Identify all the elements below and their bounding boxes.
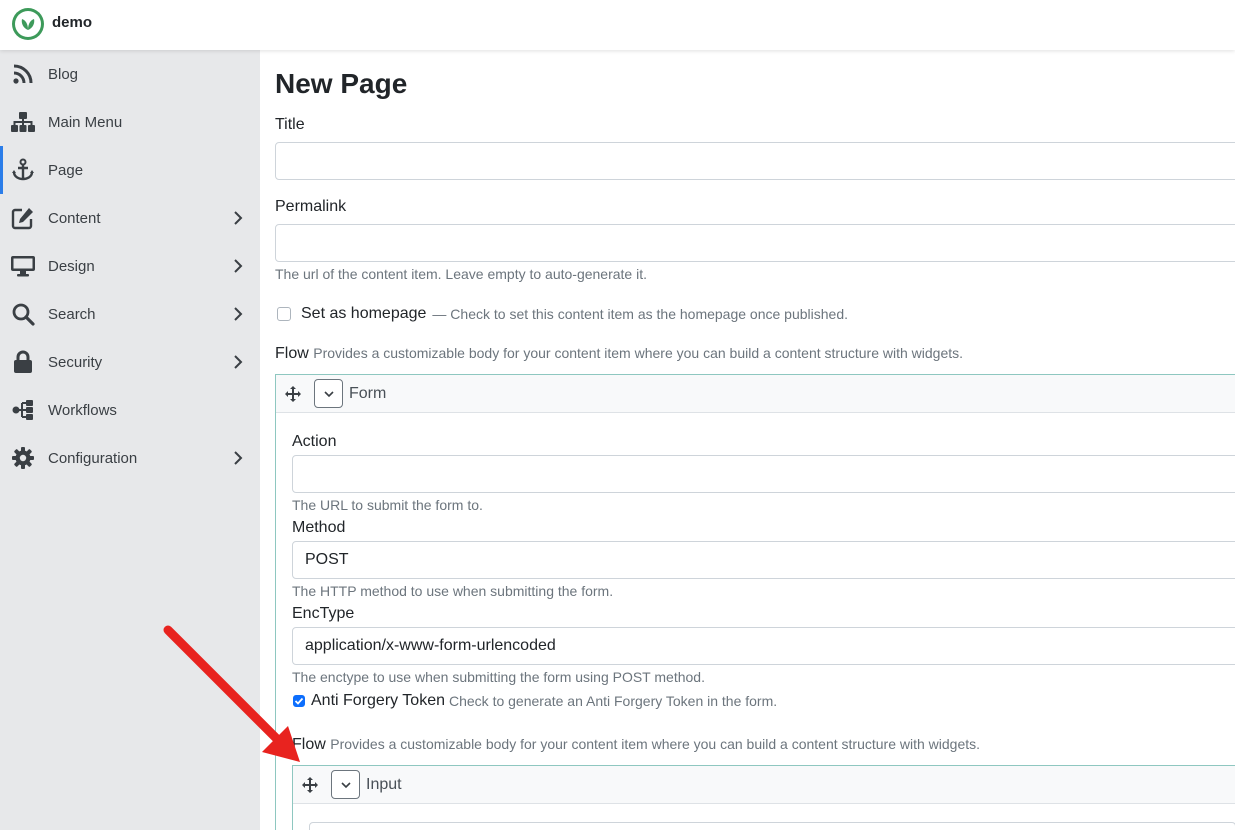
sidebar-item-label: Design	[48, 257, 95, 275]
workflow-icon	[10, 397, 36, 423]
permalink-input[interactable]	[275, 224, 1235, 262]
brand-name[interactable]: demo	[52, 14, 92, 31]
anchor-icon	[10, 157, 36, 183]
enctype-label: EncType	[292, 605, 355, 622]
sidebar-item-security[interactable]: Security	[0, 338, 260, 386]
chevron-right-icon	[234, 259, 243, 273]
sidebar-item-label: Security	[48, 353, 103, 371]
enctype-hint: The enctype to use when submitting the f…	[292, 669, 705, 685]
sitemap-icon	[10, 109, 36, 135]
sidebar-item-design[interactable]: Design	[0, 242, 260, 290]
action-input[interactable]	[292, 455, 1235, 493]
sidebar-item-blog[interactable]: Blog	[0, 50, 260, 98]
main-content: New Page Title Permalink The url of the …	[260, 50, 1235, 830]
sidebar-item-label: Main Menu	[48, 113, 123, 131]
move-icon[interactable]	[284, 385, 302, 403]
sidebar-item-label: Configuration	[48, 449, 138, 467]
input-widget: Input	[292, 765, 1235, 830]
input-widget-field[interactable]	[309, 822, 1235, 830]
sidebar-item-workflows[interactable]: Workflows	[0, 386, 260, 434]
sidebar-item-page[interactable]: Page	[0, 146, 260, 194]
antiforgery-label[interactable]: Anti Forgery Token	[311, 692, 445, 710]
inner-flow-label: Flow	[292, 736, 326, 753]
homepage-hint: — Check to set this content item as the …	[432, 306, 848, 322]
collapse-button[interactable]	[314, 379, 343, 408]
form-widget-title: Form	[349, 384, 387, 402]
permalink-hint: The url of the content item. Leave empty…	[275, 266, 647, 282]
antiforgery-checkbox[interactable]	[293, 695, 305, 707]
search-icon	[10, 301, 36, 327]
chevron-right-icon	[234, 451, 243, 465]
form-widget: Form Action The URL to submit the form t…	[275, 374, 1235, 830]
action-hint: The URL to submit the form to.	[292, 497, 483, 513]
chevron-right-icon	[234, 211, 243, 225]
homepage-checkbox-row: Set as homepage — Check to set this cont…	[277, 305, 848, 323]
checkmark-icon	[294, 697, 304, 705]
inner-flow-label-row: Flow Provides a customizable body for yo…	[292, 736, 980, 754]
sidebar-item-label: Blog	[48, 65, 79, 83]
flow-hint: Provides a customizable body for your co…	[313, 345, 964, 361]
method-select[interactable]: POST	[292, 541, 1235, 579]
title-label: Title	[275, 116, 305, 133]
rss-icon	[10, 61, 36, 87]
move-icon[interactable]	[301, 776, 319, 794]
homepage-checkbox[interactable]	[277, 307, 291, 321]
flow-label-row: Flow Provides a customizable body for yo…	[275, 345, 963, 363]
sidebar-item-label: Search	[48, 305, 96, 323]
top-bar: demo	[0, 0, 1235, 50]
input-widget-header: Input	[293, 766, 1235, 804]
logo-icon[interactable]	[12, 8, 44, 40]
method-label: Method	[292, 519, 346, 536]
collapse-button[interactable]	[331, 770, 360, 799]
gear-icon	[10, 445, 36, 471]
sidebar-item-label: Content	[48, 209, 101, 227]
chevron-right-icon	[234, 307, 243, 321]
sidebar: Blog Main Menu Page Content Design Searc…	[0, 50, 260, 830]
title-input[interactable]	[275, 142, 1235, 180]
sidebar-item-label: Page	[48, 161, 84, 179]
edit-icon	[10, 205, 36, 231]
permalink-label: Permalink	[275, 198, 347, 215]
homepage-label[interactable]: Set as homepage	[301, 305, 426, 323]
enctype-select[interactable]: application/x-www-form-urlencoded	[292, 627, 1235, 665]
chevron-right-icon	[234, 355, 243, 369]
antiforgery-checkbox-row: Anti Forgery Token Check to generate an …	[293, 692, 777, 710]
sidebar-item-main-menu[interactable]: Main Menu	[0, 98, 260, 146]
antiforgery-hint: Check to generate an Anti Forgery Token …	[449, 693, 778, 709]
chevron-down-icon	[323, 390, 334, 397]
action-label: Action	[292, 433, 337, 450]
page-title: New Page	[275, 68, 408, 99]
flow-label: Flow	[275, 345, 309, 362]
sidebar-item-label: Workflows	[48, 401, 117, 419]
input-widget-title: Input	[366, 775, 402, 793]
form-widget-header: Form	[276, 375, 1235, 413]
method-hint: The HTTP method to use when submitting t…	[292, 583, 614, 599]
monitor-icon	[10, 253, 36, 279]
lock-icon	[10, 349, 36, 375]
sidebar-item-search[interactable]: Search	[0, 290, 260, 338]
sidebar-item-configuration[interactable]: Configuration	[0, 434, 260, 482]
inner-flow-hint: Provides a customizable body for your co…	[330, 736, 981, 752]
sidebar-item-content[interactable]: Content	[0, 194, 260, 242]
chevron-down-icon	[340, 781, 351, 788]
